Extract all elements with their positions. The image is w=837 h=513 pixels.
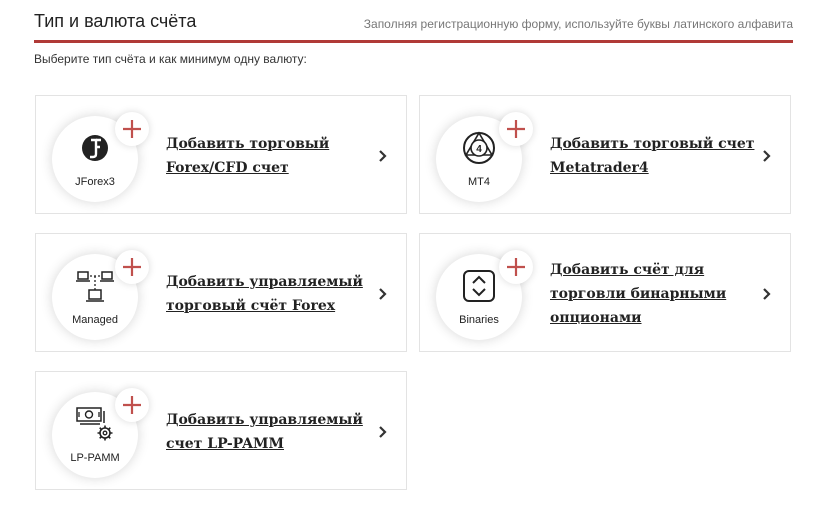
add-lp-pamm-account-card[interactable]: LP-PAMM Добавить управляемый счет LP-PAM… <box>35 371 407 490</box>
add-jforex-account-card[interactable]: JForex3 Добавить торговый Forex/CFD счет <box>35 95 407 214</box>
chevron-right-icon <box>762 288 772 300</box>
plus-icon[interactable] <box>499 250 533 284</box>
plus-icon[interactable] <box>499 112 533 146</box>
add-managed-account-card[interactable]: Managed Добавить управляемый торговый сч… <box>35 233 407 352</box>
managed-network-icon <box>75 266 115 306</box>
binaries-up-down-icon <box>459 266 499 306</box>
plus-icon[interactable] <box>115 112 149 146</box>
chevron-right-icon <box>378 288 388 300</box>
chevron-right-icon <box>378 426 388 438</box>
svg-text:4: 4 <box>476 144 482 155</box>
lp-pamm-money-gear-icon <box>75 404 115 444</box>
instruction-text: Выберите тип счёта и как минимум одну ва… <box>34 52 307 66</box>
platform-caption: Managed <box>72 314 118 326</box>
platform-caption: Binaries <box>459 314 499 326</box>
add-account-link[interactable]: Добавить управляемый счет LP-PAMM <box>166 408 371 456</box>
section-header: Тип и валюта счёта Заполняя регистрацион… <box>34 0 793 43</box>
add-account-link[interactable]: Добавить управляемый торговый счёт Forex <box>166 270 371 318</box>
add-account-link[interactable]: Добавить счёт для торговли бинарными опц… <box>550 258 755 330</box>
platform-caption: LP-PAMM <box>70 452 120 464</box>
metatrader4-logo-icon: 4 <box>459 128 499 168</box>
plus-icon[interactable] <box>115 388 149 422</box>
add-account-link[interactable]: Добавить торговый счет Metatrader4 <box>550 132 755 180</box>
add-account-link[interactable]: Добавить торговый Forex/CFD счет <box>166 132 371 180</box>
chevron-right-icon <box>378 150 388 162</box>
registration-hint: Заполняя регистрационную форму, использу… <box>363 17 793 31</box>
chevron-right-icon <box>762 150 772 162</box>
plus-icon[interactable] <box>115 250 149 284</box>
platform-caption: MT4 <box>468 176 490 188</box>
add-mt4-account-card[interactable]: 4 MT4 Добавить торговый счет Metatrader4 <box>419 95 791 214</box>
platform-caption: JForex3 <box>75 176 115 188</box>
page-title: Тип и валюта счёта <box>34 11 197 31</box>
add-binaries-account-card[interactable]: Binaries Добавить счёт для торговли бина… <box>419 233 791 352</box>
jforex-logo-icon <box>75 128 115 168</box>
